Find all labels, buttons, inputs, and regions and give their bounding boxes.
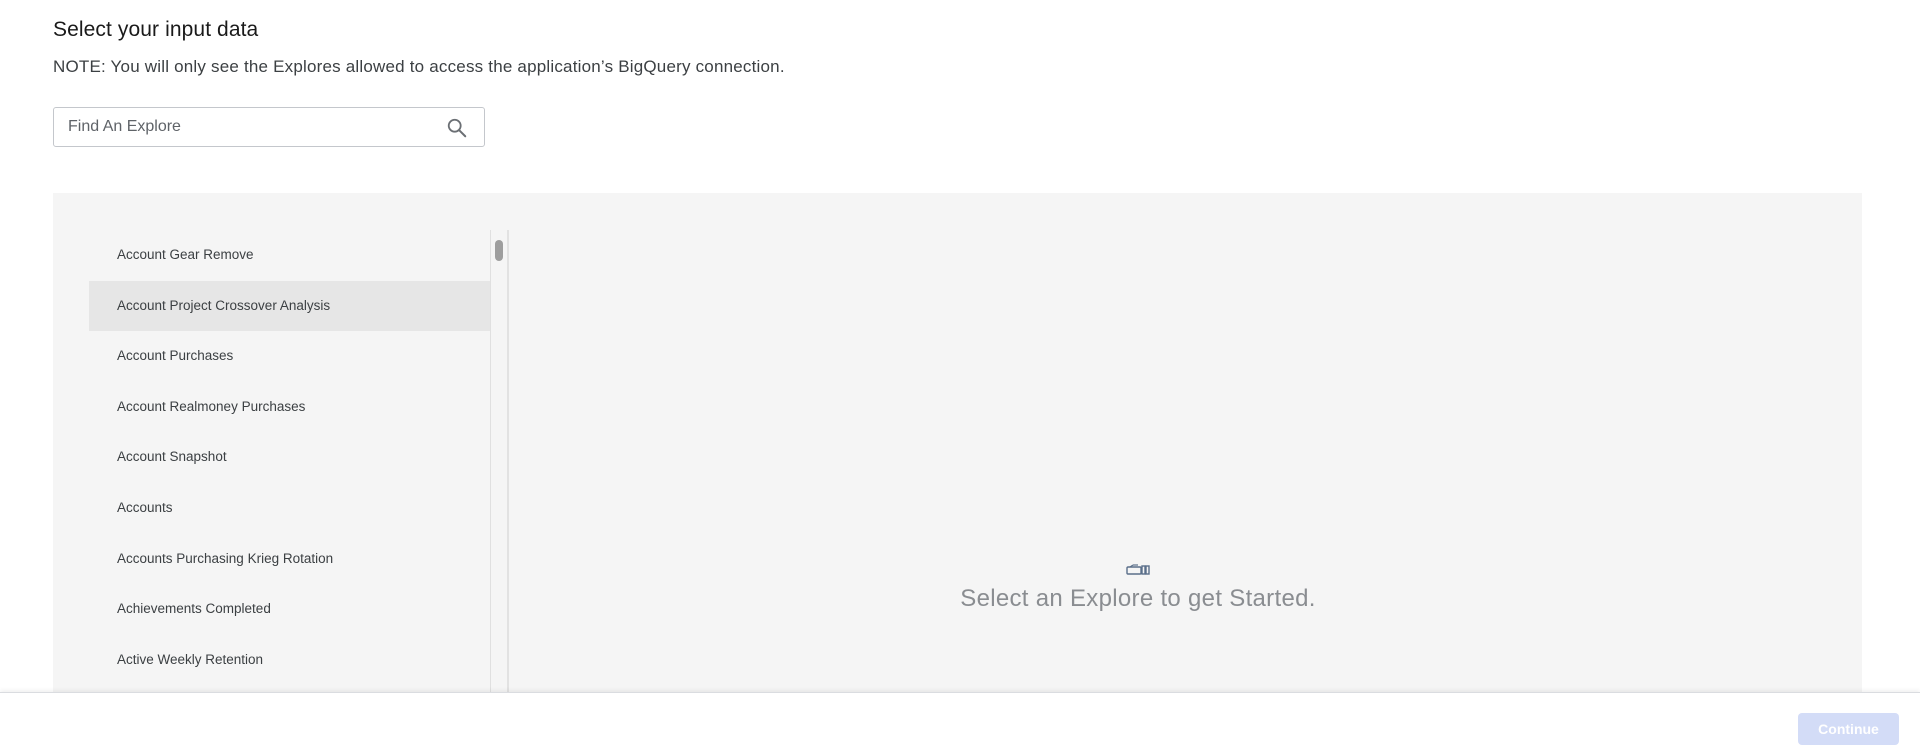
explore-list-item[interactable]: Account Purchases [89,331,490,381]
explore-list-item[interactable]: Account Realmoney Purchases [89,382,490,432]
scrollbar-thumb[interactable] [495,240,503,261]
page: Select your input data NOTE: You will on… [0,0,1920,752]
explore-list-item[interactable]: Active Weekly Retention [89,635,490,685]
empty-state: Select an Explore to get Started. [513,563,1763,613]
explore-list[interactable]: Account Gear Remove Account Project Cross… [89,230,490,730]
footer-bar: Continue [0,692,1920,752]
search-input[interactable] [68,108,438,146]
explore-panel: Account Gear Remove Account Project Cross… [53,193,1862,700]
explore-list-item[interactable]: Account Snapshot [89,432,490,482]
search-box [53,107,485,147]
empty-state-message: Select an Explore to get Started. [960,585,1316,612]
explore-list-item[interactable]: Accounts [89,483,490,533]
explore-list-scrollbar[interactable] [490,230,509,700]
access-note: NOTE: You will only see the Explores all… [53,57,785,76]
explore-list-item[interactable]: Account Project Crossover Analysis [89,280,490,331]
continue-button[interactable]: Continue [1798,713,1899,745]
search-icon[interactable] [446,117,468,139]
explore-list-item[interactable]: Account Gear Remove [89,230,490,280]
explore-list-item[interactable]: Accounts Purchasing Krieg Rotation [89,534,490,584]
page-title: Select your input data [53,18,259,41]
explore-list-item[interactable]: Achievements Completed [89,584,490,634]
explore-cube-icon [1126,564,1150,575]
